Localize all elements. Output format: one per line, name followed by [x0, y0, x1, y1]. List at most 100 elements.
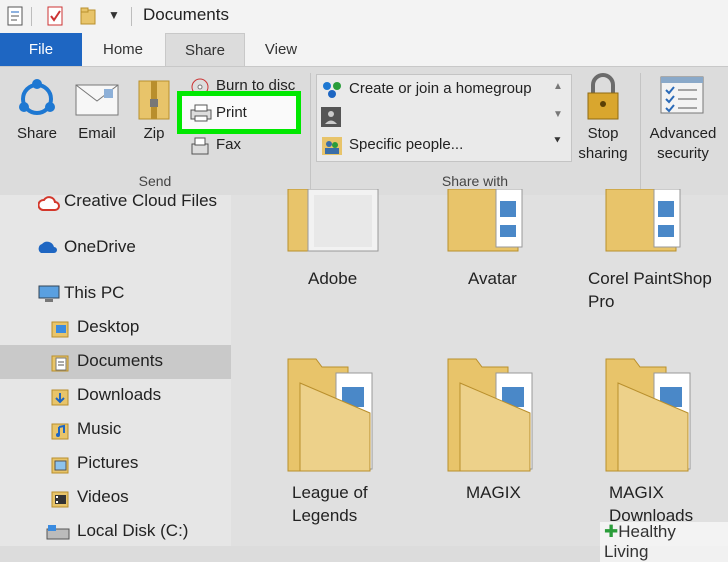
title-bar: ▼ Documents [0, 0, 728, 34]
folder-icon [287, 358, 373, 472]
folder-corel[interactable] [604, 188, 700, 255]
folder-icon [447, 358, 533, 472]
documents-folder-icon [51, 355, 69, 372]
nav-item-local-disk[interactable]: Local Disk (C:) [0, 515, 231, 549]
nav-label: Documents [77, 351, 163, 370]
creative-cloud-icon [38, 196, 60, 211]
advanced-label-1: Advanced [649, 125, 717, 142]
quick-access-dropdown[interactable]: ▼ [108, 8, 120, 22]
zip-folder-icon [138, 80, 170, 120]
folder-adobe[interactable] [286, 188, 382, 255]
email-icon [75, 84, 119, 116]
folder-avatar[interactable] [446, 188, 542, 255]
desktop-folder-icon [51, 321, 69, 338]
share-button[interactable]: Share [10, 75, 64, 147]
folder-league-of-legends[interactable] [286, 353, 382, 473]
onedrive-cloud-icon [38, 241, 57, 253]
properties-icon[interactable] [6, 6, 24, 26]
expand-gallery-arrow[interactable]: ⯆ [553, 135, 562, 148]
scroll-down-arrow[interactable]: ▼ [553, 109, 563, 120]
email-button[interactable]: Email [70, 75, 124, 147]
music-folder-icon [51, 423, 69, 440]
folder-label: Legends [292, 506, 358, 525]
nav-item-this-pc[interactable]: This PC [0, 277, 231, 311]
group-separator [640, 73, 641, 191]
folder-magix-downloads[interactable] [604, 353, 700, 473]
videos-folder-icon [51, 491, 69, 508]
window-title: Documents [143, 5, 229, 24]
ribbon-tabs: File Home Share View [0, 33, 728, 67]
tab-file[interactable]: File [0, 33, 82, 66]
lock-icon [587, 73, 619, 120]
folder-label: MAGIX [609, 483, 664, 502]
nav-item-pictures[interactable]: Pictures [0, 447, 231, 481]
navigation-pane: Creative Cloud Files OneDrive This PC De… [0, 191, 231, 549]
file-list: Adobe Avatar Corel PaintShop Pro League … [231, 188, 728, 546]
nav-label: Pictures [77, 453, 139, 472]
nav-label: Local Disk (C:) [77, 521, 189, 540]
user-item[interactable] [319, 105, 349, 129]
fax-label: Fax [216, 136, 242, 153]
folder-icon [605, 358, 691, 472]
stop-sharing-label-2: sharing [578, 145, 628, 162]
nav-label: Downloads [77, 385, 162, 404]
folder-magix[interactable] [446, 353, 542, 473]
folder-label: MAGIX [466, 483, 521, 502]
specific-people-label: Specific people... [349, 136, 464, 153]
advanced-label-2: security [657, 145, 709, 162]
nav-label: Desktop [77, 317, 140, 336]
nav-item-videos[interactable]: Videos [0, 481, 231, 515]
folder-icon [287, 188, 379, 252]
homegroup-item[interactable]: Create or join a homegroup [319, 77, 547, 101]
tab-home[interactable]: Home [94, 33, 152, 66]
scroll-up-arrow[interactable]: ▲ [553, 81, 563, 92]
folder-icon [447, 188, 523, 252]
downloads-folder-icon [51, 389, 69, 406]
stop-sharing-button[interactable]: Stop sharing [576, 71, 630, 167]
fax-button[interactable]: Fax [188, 133, 288, 157]
zip-label: Zip [143, 125, 165, 142]
leaf-icon: ✚ [604, 522, 619, 541]
nav-label: Videos [77, 487, 129, 506]
computer-icon [38, 285, 60, 302]
share-with-list: Create or join a homegroup Specific peop… [316, 74, 572, 162]
checkmark-doc-icon[interactable] [46, 6, 64, 26]
security-list-icon [660, 76, 704, 114]
folder-label: League of [292, 483, 368, 502]
nav-item-music[interactable]: Music [0, 413, 231, 447]
nav-label: Music [77, 419, 122, 438]
tab-view[interactable]: View [255, 33, 307, 66]
folder-label: Corel PaintShop [588, 269, 712, 288]
user-icon [321, 107, 341, 127]
nav-item-onedrive[interactable]: OneDrive [0, 231, 231, 265]
share-with-group-label: Share with [441, 173, 509, 189]
separator [131, 7, 132, 26]
nav-item-documents[interactable]: Documents [0, 345, 231, 379]
share-label: Share [16, 125, 58, 142]
advanced-security-button[interactable]: Advanced security [645, 71, 721, 167]
pictures-folder-icon [51, 457, 69, 474]
printer-icon [190, 104, 212, 122]
nav-item-desktop[interactable]: Desktop [0, 311, 231, 345]
hard-drive-icon [46, 525, 70, 540]
nav-item-creative-cloud[interactable]: Creative Cloud Files [0, 185, 231, 219]
stop-sharing-label-1: Stop [587, 125, 619, 142]
tab-share[interactable]: Share [165, 33, 245, 67]
separator [31, 7, 32, 26]
people-icon [322, 137, 342, 155]
nav-label: OneDrive [64, 237, 136, 256]
folder-label: Avatar [468, 269, 517, 288]
zip-button[interactable]: Zip [134, 75, 174, 147]
homegroup-label: Create or join a homegroup [349, 80, 532, 97]
print-label: Print [216, 104, 247, 121]
new-folder-icon[interactable] [79, 6, 97, 26]
fax-icon [191, 137, 209, 155]
folder-icon [605, 188, 681, 252]
email-label: Email [78, 125, 116, 142]
nav-item-downloads[interactable]: Downloads [0, 379, 231, 413]
print-button[interactable]: Print [177, 91, 301, 134]
share-icon [19, 79, 55, 115]
specific-people-item[interactable]: Specific people... [319, 133, 547, 157]
ribbon-share: Share Email Zip Burn to disc Fax Send Cr… [0, 66, 728, 196]
nav-label: Creative Cloud Files [64, 191, 218, 210]
